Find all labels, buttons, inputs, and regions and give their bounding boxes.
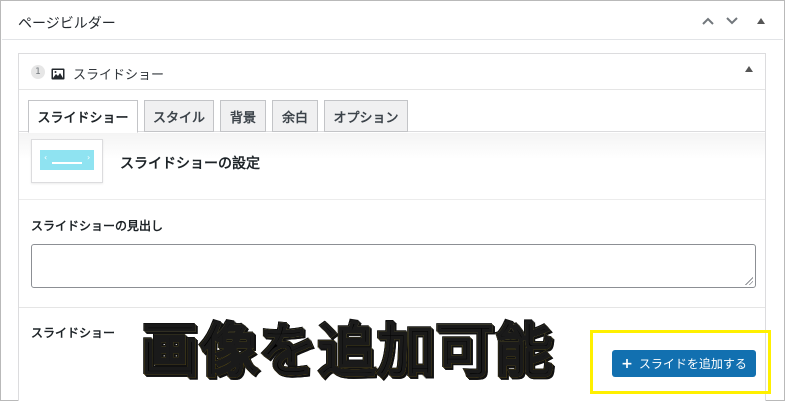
overlay-caption: 画像を追加可能 (140, 317, 555, 385)
tab-style[interactable]: スタイル (144, 100, 214, 132)
chevron-up-icon[interactable] (699, 12, 717, 30)
add-slide-highlight: + スライドを追加する (590, 330, 771, 394)
plus-icon: + (621, 355, 633, 372)
chevron-down-icon[interactable] (723, 12, 741, 30)
page-builder-title: ページビルダー (18, 16, 116, 32)
add-slide-label: スライドを追加する (638, 357, 747, 371)
tab-slideshow[interactable]: スライドショー (28, 100, 138, 133)
resize-handle-icon[interactable] (745, 277, 753, 285)
app-frame: ページビルダー 1 スライドショー スライドショー スタイル 背景 余白 オプシ… (0, 0, 785, 401)
add-slide-button[interactable]: + スライドを追加する (612, 350, 756, 377)
image-icon (51, 65, 65, 80)
divider (19, 307, 765, 308)
triangle-up-icon[interactable] (752, 12, 770, 30)
page-builder-header: ページビルダー (2, 2, 783, 40)
heading-textarea[interactable] (31, 244, 756, 288)
heading-field-label: スライドショーの見出し (31, 219, 164, 233)
tab-spacing[interactable]: 余白 (272, 100, 318, 132)
tab-options[interactable]: オプション (324, 100, 408, 132)
module-title: スライドショー (73, 68, 165, 83)
settings-header: ‹ › スライドショーの設定 (19, 133, 765, 200)
triangle-up-icon[interactable] (745, 65, 753, 75)
slides-field-label: スライドショー (31, 326, 116, 340)
module-tabs: スライドショー スタイル 背景 余白 オプション (19, 91, 765, 133)
module-index-badge: 1 (31, 65, 45, 79)
slideshow-thumbnail: ‹ › (31, 139, 103, 183)
settings-title: スライドショーの設定 (120, 156, 260, 172)
module-header[interactable]: 1 スライドショー (19, 54, 765, 90)
tab-background[interactable]: 背景 (220, 100, 266, 132)
